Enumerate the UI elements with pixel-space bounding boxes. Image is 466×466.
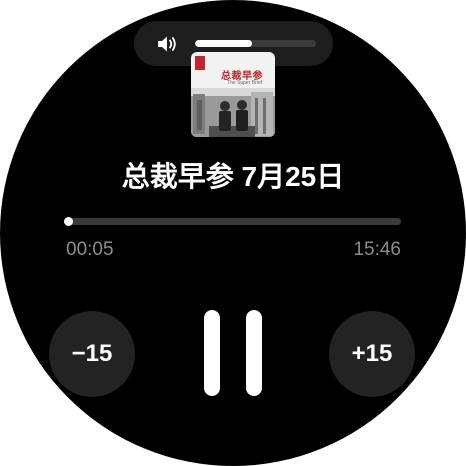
volume-level-fill [195,40,252,47]
pause-bar-right [246,310,262,396]
volume-slider[interactable] [195,40,316,47]
cover-photo [191,88,275,137]
track-title: 总裁早参 7月25日 [121,161,345,192]
progress-scrubber[interactable] [63,217,73,226]
forward-15-button[interactable]: +15 [329,311,415,397]
cover-subtitle: The Super Brief [227,80,263,86]
progress-bar[interactable] [63,217,401,226]
podcast-cover-art: 总裁早参 The Super Brief [191,52,275,137]
elapsed-time: 00:05 [66,239,114,260]
pause-button[interactable] [196,306,270,400]
pause-bar-left [204,310,220,396]
total-duration: 15:46 [353,239,401,260]
cover-logo-seal [195,56,205,70]
watch-screen: 总裁早参 The Super Brief 总裁早参 7月25日 00:05 15… [0,0,466,466]
rewind-15-button[interactable]: −15 [49,311,135,397]
speaker-volume-icon [158,36,176,52]
